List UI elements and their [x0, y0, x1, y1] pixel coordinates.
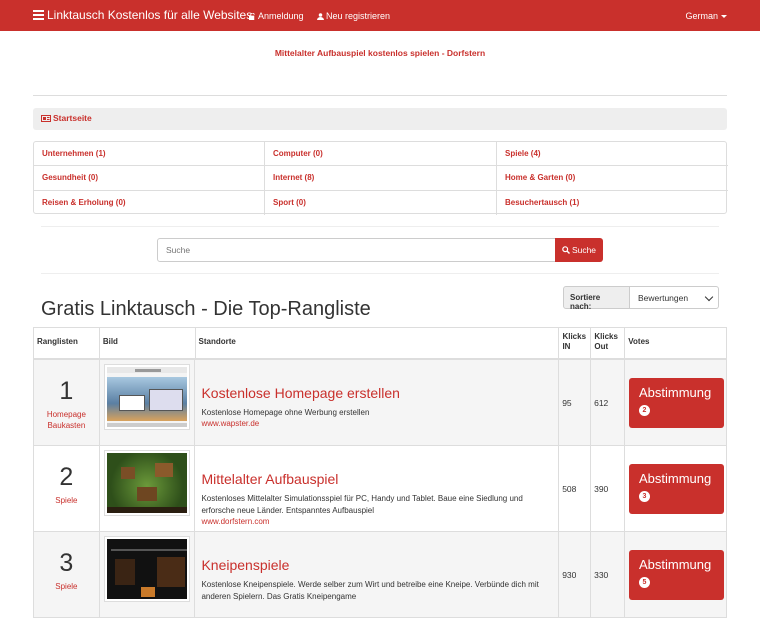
site-url-link[interactable]: www.wapster.de	[201, 419, 552, 428]
vote-count-badge: 3	[639, 491, 650, 502]
rank-number: 1	[59, 377, 74, 405]
category-link[interactable]: Besuchertausch (1)	[497, 191, 728, 215]
thumbnail-cell	[100, 446, 196, 531]
column-header-clicks-in: Klicks IN	[559, 328, 592, 358]
site-cell: Kostenlose Homepage erstellen Kostenlose…	[195, 360, 560, 445]
sort-select[interactable]: Bewertungen	[629, 286, 719, 309]
rank-category-link[interactable]: Spiele	[55, 581, 77, 592]
search-button-label: Suche	[571, 245, 597, 255]
vote-button[interactable]: Abstimmung 2	[629, 378, 724, 428]
category-link[interactable]: Reisen & Erholung (0)	[34, 190, 265, 215]
vote-button-label: Abstimmung	[639, 557, 712, 572]
rank-cell: 3 Spiele	[34, 532, 100, 617]
vote-button[interactable]: Abstimmung 3	[629, 464, 724, 514]
search-icon	[562, 246, 570, 254]
language-dropdown[interactable]: German	[685, 11, 727, 21]
column-header-site: Standorte	[196, 328, 560, 358]
menu-icon	[33, 10, 44, 20]
thumbnail-cell	[100, 532, 196, 617]
vote-button-label: Abstimmung	[639, 471, 712, 486]
vote-button-label: Abstimmung	[639, 385, 712, 400]
category-link[interactable]: Home & Garten (0)	[497, 166, 728, 191]
table-row: 1 Homepage Baukasten Kostenlose Homepage…	[34, 360, 726, 446]
brand-label: Linktausch Kostenlos für alle Websites	[47, 8, 253, 22]
column-header-image: Bild	[100, 328, 196, 358]
rank-cell: 2 Spiele	[34, 446, 100, 531]
navbar: Linktausch Kostenlos für alle Websites A…	[0, 0, 760, 31]
sort-label: Sortiere nach:	[563, 286, 630, 311]
divider	[41, 273, 719, 274]
login-link[interactable]: Anmeldung	[249, 11, 304, 21]
divider	[33, 95, 727, 96]
newspaper-icon	[41, 115, 51, 122]
category-link[interactable]: Sport (0)	[265, 190, 497, 215]
vote-button[interactable]: Abstimmung 5	[629, 550, 724, 600]
chevron-down-icon	[704, 292, 714, 302]
site-description: Kostenloses Mittelalter Simulationsspiel…	[201, 494, 523, 515]
site-cell: Kneipenspiele Kostenlose Kneipenspiele. …	[195, 532, 560, 617]
register-label: Neu registrieren	[326, 11, 391, 21]
site-title-link[interactable]: Mittelalter Aufbauspiel	[201, 471, 552, 487]
site-thumbnail[interactable]	[103, 536, 190, 602]
user-icon	[317, 12, 324, 20]
vote-count-badge: 2	[639, 405, 650, 416]
table-row: 3 Spiele Kneipenspiele Kostenlose Kneipe…	[34, 532, 726, 618]
login-icon	[249, 12, 255, 20]
clicks-out-value: 330	[591, 532, 625, 617]
breadcrumb-home[interactable]: Startseite	[53, 113, 92, 123]
rank-category-link[interactable]: Spiele	[55, 495, 77, 506]
site-thumbnail[interactable]	[103, 450, 190, 516]
column-header-rank: Ranglisten	[34, 328, 100, 358]
divider	[41, 226, 719, 227]
chevron-down-icon	[721, 15, 727, 19]
breadcrumb: Startseite	[33, 108, 727, 130]
site-title-link[interactable]: Kneipenspiele	[201, 557, 552, 573]
site-cell: Mittelalter Aufbauspiel Kostenloses Mitt…	[195, 446, 560, 531]
rank-cell: 1 Homepage Baukasten	[34, 360, 100, 445]
promo-link[interactable]: Mittelalter Aufbauspiel kostenlos spiele…	[275, 48, 485, 58]
site-description: Kostenlose Homepage ohne Werbung erstell…	[201, 408, 370, 417]
search-input[interactable]	[157, 238, 557, 262]
clicks-in-value: 95	[559, 360, 592, 445]
category-link[interactable]: Internet (8)	[265, 166, 497, 191]
language-label: German	[685, 11, 718, 21]
category-link[interactable]: Gesundheit (0)	[34, 166, 265, 191]
table-row: 2 Spiele Mittelalter Aufbauspiel Kostenl…	[34, 446, 726, 532]
column-header-votes: Votes	[628, 337, 650, 346]
vote-cell: Abstimmung 2	[625, 360, 726, 445]
table-header: Ranglisten Bild Standorte Klicks IN Klic…	[34, 328, 726, 360]
login-label: Anmeldung	[258, 11, 304, 21]
search-button[interactable]: Suche	[555, 238, 603, 262]
site-title-link[interactable]: Kostenlose Homepage erstellen	[201, 385, 552, 401]
sort-selected-value: Bewertungen	[638, 293, 689, 303]
rank-number: 2	[59, 463, 74, 491]
clicks-in-value: 508	[559, 446, 592, 531]
vote-cell: Abstimmung 3	[625, 446, 726, 531]
clicks-out-value: 390	[591, 446, 625, 531]
category-link[interactable]: Spiele (4)	[497, 142, 728, 167]
vote-count-badge: 5	[639, 577, 650, 588]
category-link[interactable]: Unternehmen (1)	[34, 142, 265, 167]
ranking-table: Ranglisten Bild Standorte Klicks IN Klic…	[33, 327, 727, 618]
site-description: Kostenlose Kneipenspiele. Werde selber z…	[201, 580, 539, 601]
category-link[interactable]: Computer (0)	[265, 142, 497, 167]
category-grid: Unternehmen (1) Computer (0) Spiele (4) …	[33, 141, 728, 215]
site-url-link[interactable]: www.dorfstern.com	[201, 517, 552, 526]
column-header-clicks-out: Klicks Out	[591, 328, 626, 358]
page-title: Gratis Linktausch - Die Top-Rangliste	[41, 298, 371, 320]
thumbnail-cell	[100, 360, 196, 445]
register-link[interactable]: Neu registrieren	[317, 11, 390, 21]
vote-cell: Abstimmung 5	[625, 532, 726, 617]
rank-number: 3	[59, 549, 74, 577]
site-thumbnail[interactable]	[103, 364, 190, 430]
brand-link[interactable]: Linktausch Kostenlos für alle Websites	[33, 8, 252, 22]
promo-banner: Mittelalter Aufbauspiel kostenlos spiele…	[0, 48, 760, 58]
rank-category-link[interactable]: Homepage Baukasten	[34, 409, 99, 431]
clicks-in-value: 930	[559, 532, 592, 617]
clicks-out-value: 612	[591, 360, 625, 445]
